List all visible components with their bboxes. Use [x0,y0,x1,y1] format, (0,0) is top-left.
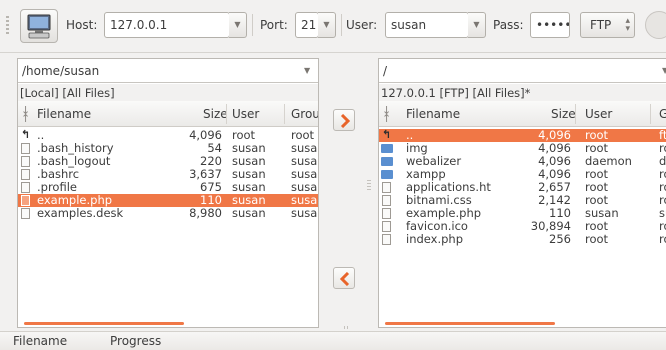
file-icon [382,234,391,245]
file-icon [382,195,391,206]
cell-size: 256 [549,232,571,246]
col-group[interactable]: Grou [291,107,318,121]
local-file-pane: /home/susan ▼ [Local] [All Files] ↓ ↑ Fil… [17,58,319,328]
col-user[interactable]: User [232,107,259,121]
port-label: Port: [260,18,288,32]
col-filename[interactable]: Filename [37,107,91,121]
queue-splitter-grip[interactable] [344,326,350,329]
spinner-arrows-icon: ▴ ▾ [625,16,630,34]
file-icon [21,169,30,180]
cell-group: ro [659,232,666,246]
local-column-header: ↓ ↑ Filename Size User Grou [18,101,318,127]
local-file-list: ↰.. 4,096 root root .bash_history 54 susan susa… [18,128,318,220]
remote-path-combo[interactable]: / ▼ [379,59,666,83]
protocol-value: FTP [590,18,612,32]
folder-icon [381,170,393,179]
host-dropdown-arrow[interactable]: ▼ [229,12,247,38]
col-size[interactable]: Size [203,107,228,121]
local-horizontal-scrollbar[interactable] [24,322,184,325]
cell-user: susan [232,206,266,220]
sort-icon[interactable]: ↓ ↑ [382,105,392,124]
pass-label: Pass: [493,18,524,32]
remote-column-header: ↓↑ Filename Size User G [379,101,666,127]
toolbar-separator [341,14,342,36]
col-size[interactable]: Size [551,107,576,121]
local-path-combo[interactable]: /home/susan ▼ [18,59,318,83]
upload-button[interactable] [333,109,355,131]
chevron-down-icon[interactable]: ▼ [304,66,310,75]
cell-group: susa [291,206,318,220]
remote-file-pane: / ▼ 127.0.0.1 [FTP] [All Files]* ↓↑ File… [378,58,666,328]
local-path-value: /home/susan [22,64,100,78]
file-icon [21,143,30,154]
col-user[interactable]: User [585,107,612,121]
remote-path-value: / [383,64,388,78]
up-dir-icon: ↰ [21,128,31,141]
file-icon [382,208,391,219]
local-pane-caption: [Local] [All Files] [18,84,318,101]
computer-icon [27,14,51,39]
file-icon [21,182,30,193]
connection-toolbar: Host: 127.0.0.1 ▼ Port: 21 ▼ User: susan… [0,0,666,53]
user-label: User: [346,18,378,32]
host-label: Host: [66,18,98,32]
disconnect-button[interactable] [645,11,666,39]
user-input[interactable]: susan [385,12,469,38]
file-icon [382,221,391,232]
password-input[interactable]: ••••• [530,12,570,38]
remote-horizontal-scrollbar[interactable] [385,322,555,325]
host-input[interactable]: 127.0.0.1 [104,12,230,38]
user-dropdown-arrow[interactable]: ▼ [468,12,486,38]
cell-user: root [585,232,609,246]
queue-col-filename[interactable]: Filename [13,334,67,348]
protocol-selector[interactable]: FTP ▴ ▾ [580,12,635,38]
toolbar-separator [252,14,253,36]
download-button[interactable] [333,267,355,289]
html-file-icon [382,182,391,193]
cell-size: 8,980 [189,206,222,220]
arrow-left-icon [339,272,350,286]
col-group[interactable]: G [659,107,666,121]
sort-icon[interactable]: ↓ ↑ [21,105,31,124]
pane-splitter-grip[interactable] [367,180,371,190]
chevron-down-icon[interactable]: ▼ [662,66,666,75]
up-dir-icon: ↰ [382,128,392,141]
port-input[interactable]: 21 [295,12,319,38]
folder-icon [381,157,393,166]
transfer-queue-header: Filename Progress [0,331,666,350]
file-row[interactable]: examples.desk 8,980 susan susa [18,207,318,220]
connect-button[interactable] [20,9,58,43]
file-icon [21,156,30,167]
folder-icon [381,144,393,153]
cell-name: examples.desk [37,206,124,220]
col-filename[interactable]: Filename [406,107,460,121]
file-icon [21,208,30,219]
arrow-right-icon [340,114,351,128]
toolbar-grip[interactable] [6,16,9,36]
cell-name: index.php [406,232,464,246]
file-row[interactable]: index.php 256 root ro [379,233,666,246]
file-icon [21,195,30,206]
remote-pane-caption: 127.0.0.1 [FTP] [All Files]* [379,84,666,101]
port-dropdown-arrow[interactable]: ▼ [318,12,336,38]
remote-file-list: ↰..4,096rootftimg4,096rootrowebalizer4,0… [379,128,666,246]
queue-col-progress[interactable]: Progress [110,334,161,348]
